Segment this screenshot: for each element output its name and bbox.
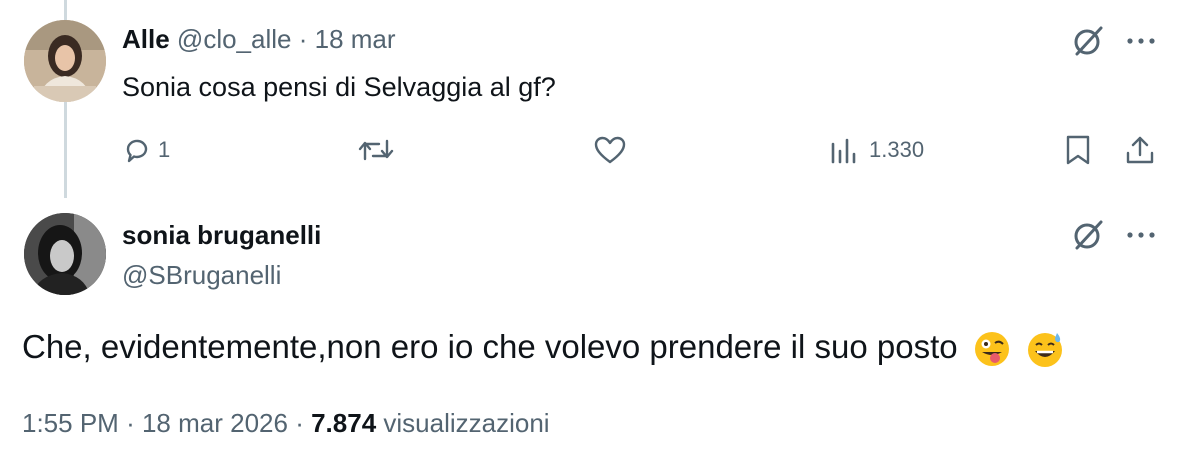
avatar-alle[interactable] [24,20,106,102]
avatar-sbruganelli[interactable] [24,213,106,295]
author-handle[interactable]: @SBruganelli [122,260,281,291]
grok-icon[interactable] [1071,218,1105,252]
tweet-date[interactable]: 18 mar [315,24,396,54]
share-icon [1126,136,1154,164]
views-icon [831,138,856,164]
more-icon[interactable] [1126,230,1156,240]
views-button[interactable]: 1.330 [829,132,924,168]
reply-icon [126,139,148,163]
tweet-text: Che, evidentemente,non ero io che volevo… [22,328,958,365]
views-count[interactable]: 7.874 [311,408,376,438]
author-handle[interactable]: @clo_alle [177,24,292,54]
tweet-text: Sonia cosa pensi di Selvaggia al gf? [122,72,556,102]
grok-icon[interactable] [1071,24,1105,58]
tweet-time[interactable]: 1:55 PM [22,408,119,438]
tweet-body: Che, evidentemente,non ero io che volevo… [22,328,1064,368]
separator-dot: · [126,408,135,438]
reply-button[interactable]: 1 [122,132,170,168]
author-name[interactable]: Alle [122,24,170,54]
tweet-date[interactable]: 18 mar 2026 [142,408,288,438]
like-icon [594,136,626,164]
retweet-button[interactable] [357,132,395,168]
retweet-icon [358,139,394,161]
reply-count: 1 [158,137,171,162]
author-name[interactable]: sonia bruganelli [122,220,321,251]
share-button[interactable] [1124,132,1156,168]
more-icon[interactable] [1126,36,1156,46]
views-label: visualizzazioni [383,408,550,438]
parent-header: Alle @clo_alle · 18 mar [122,24,396,55]
bookmark-icon [1066,135,1090,165]
tweet-meta: 1:55 PM · 18 mar 2026 · 7.874 visualizza… [22,408,550,439]
bookmark-button[interactable] [1063,132,1093,168]
views-count: 1.330 [869,137,925,162]
like-button[interactable] [594,132,626,168]
winking-face-with-tongue-emoji [974,332,1009,367]
separator-dot: · [295,408,304,438]
grinning-face-with-sweat-emoji [1027,333,1062,368]
separator-dot: · [298,24,308,54]
